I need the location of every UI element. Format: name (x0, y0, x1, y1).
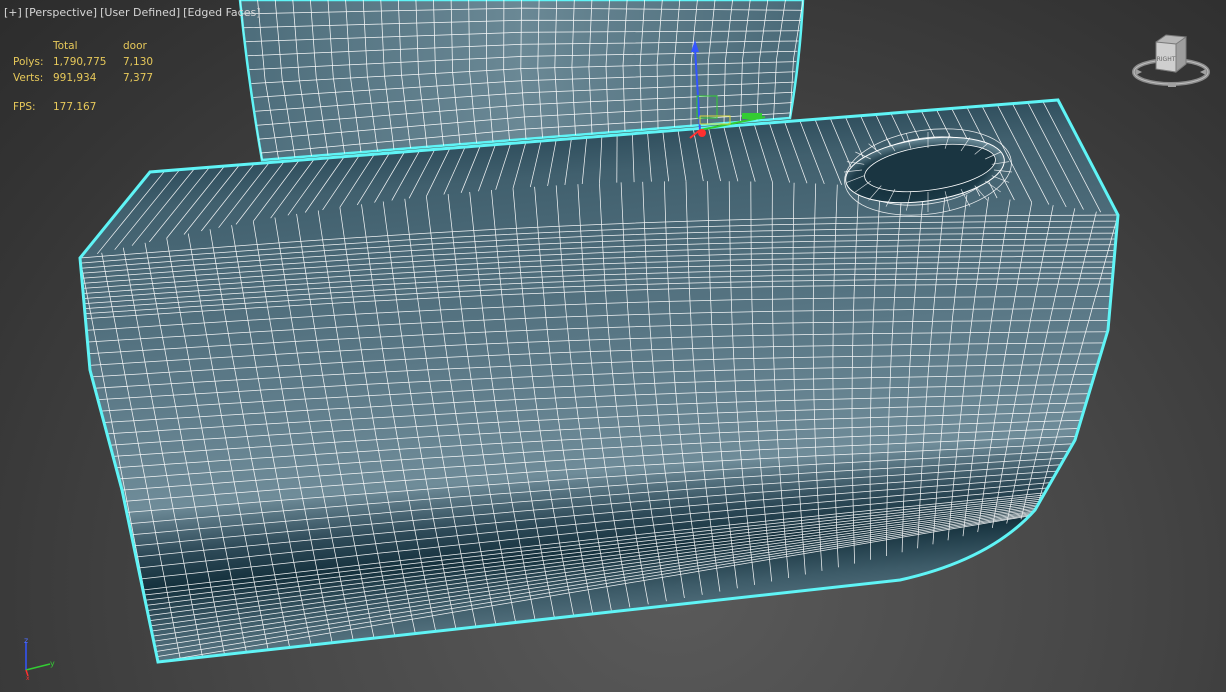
perspective-viewport[interactable]: [+] [Perspective] [User Defined] [Edged Fac… (0, 0, 1226, 692)
stats-verts-label: Verts: (13, 72, 44, 84)
axis-z-label: z (24, 636, 28, 645)
stats-polys-object: 7,130 (123, 56, 154, 68)
axis-y-label: y (50, 659, 55, 668)
viewport-edges-label[interactable]: [Edged Faces] (183, 6, 260, 19)
fps-counter: FPS: 177.167 (13, 101, 96, 113)
axis-x-label: x (26, 675, 30, 682)
stats-polys-label: Polys: (13, 56, 44, 68)
stats-verts-total: 991,934 (53, 72, 97, 84)
scene-canvas[interactable] (0, 0, 1226, 692)
viewport-shading-label[interactable]: [User Defined] (100, 6, 180, 19)
stats-polys-total: 1,790,775 (53, 56, 107, 68)
stats-total-header: Total (53, 40, 78, 52)
viewcube-face-label: RIGHT (1157, 56, 1176, 63)
viewcube-icon[interactable]: RIGHT (1130, 32, 1212, 94)
viewport-point-of-view-label[interactable]: [Perspective] (25, 6, 97, 19)
axis-tripod-icon: z y x (24, 636, 55, 682)
viewport-menu-button[interactable]: [+] (4, 6, 22, 19)
fps-label: FPS: (13, 101, 36, 113)
stats-object-header: door (123, 40, 147, 52)
stats-verts-object: 7,377 (123, 72, 154, 84)
viewport-label-menu[interactable]: [+] [Perspective] [User Defined] [Edged Fac… (4, 6, 264, 19)
fps-value: 177.167 (53, 101, 97, 113)
